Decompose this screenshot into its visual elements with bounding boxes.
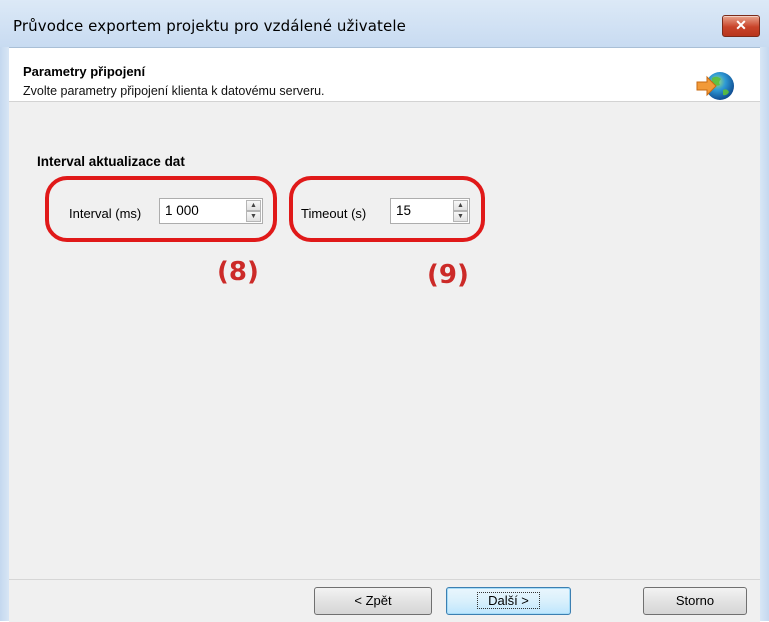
next-button-label: Další >: [477, 592, 540, 609]
section-title: Interval aktualizace dat: [37, 154, 185, 169]
window-title: Průvodce exportem projektu pro vzdálené …: [13, 17, 406, 35]
page-subtitle: Zvolte parametry připojení klienta k dat…: [23, 84, 325, 98]
title-bar: Průvodce exportem projektu pro vzdálené …: [0, 0, 769, 48]
timeout-highlight-ring: [289, 176, 485, 242]
close-button[interactable]: ✕: [722, 15, 760, 37]
wizard-content: Interval aktualizace dat Interval (ms) 1…: [9, 102, 760, 579]
page-title: Parametry připojení: [23, 64, 146, 79]
interval-callout: (8): [217, 257, 259, 287]
window-frame-right: [760, 47, 769, 621]
back-button[interactable]: < Zpět: [314, 587, 432, 615]
next-button[interactable]: Další >: [446, 587, 571, 615]
timeout-callout: (9): [427, 260, 469, 290]
globe-arrow-icon: [696, 72, 734, 100]
cancel-button[interactable]: Storno: [643, 587, 747, 615]
wizard-header: Parametry připojení Zvolte parametry při…: [9, 48, 760, 102]
interval-highlight-ring: [45, 176, 277, 242]
wizard-footer: < Zpět Další > Storno: [9, 579, 760, 622]
window-frame-left: [0, 47, 9, 621]
